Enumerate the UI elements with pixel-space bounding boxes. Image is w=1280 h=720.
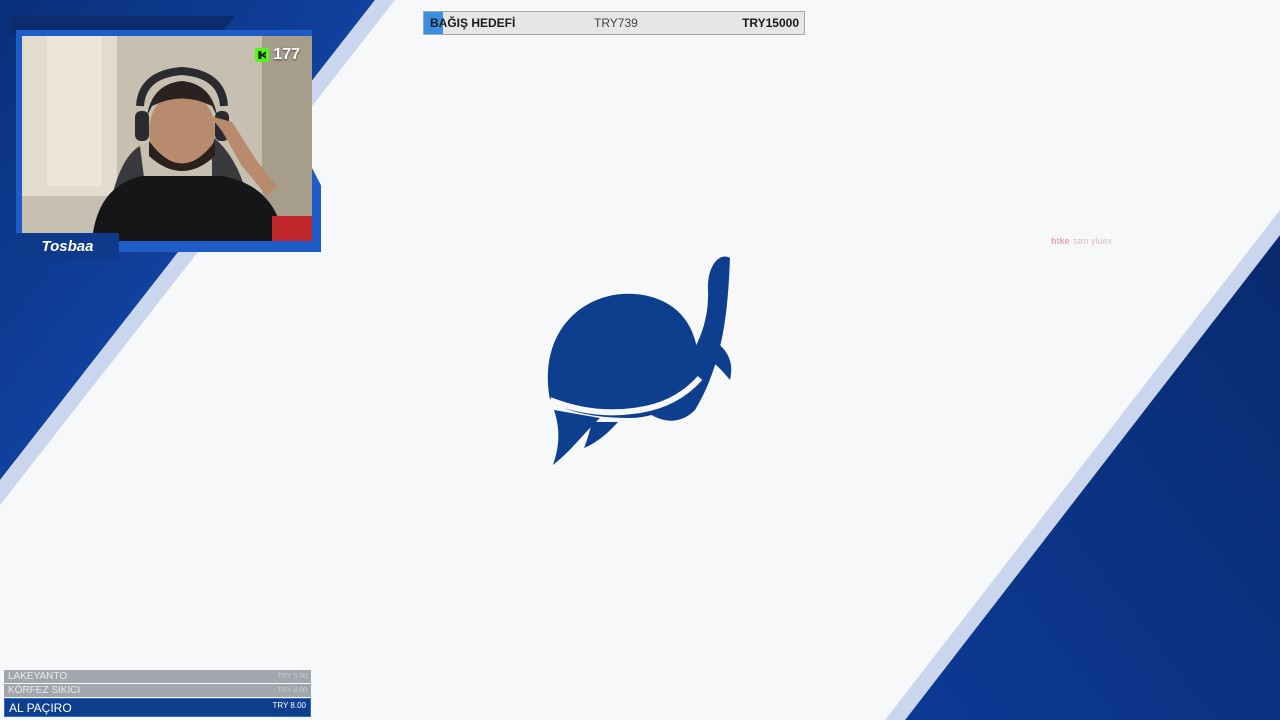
donation-goal-current: TRY739 — [594, 16, 638, 30]
alert-message: htke tam yluex — [1051, 236, 1112, 246]
donation-name: AL PAÇIRO — [9, 700, 72, 715]
donation-row: KÖRFEZ SIKICI TRY 8.00 — [4, 684, 311, 697]
alert-user: htke — [1051, 236, 1070, 246]
donation-amount: TRY 5.00 — [277, 673, 307, 680]
streamer-name: Tosbaa — [41, 237, 94, 255]
webcam-video: 177 — [22, 36, 312, 241]
streamer-name-plate: Tosbaa — [16, 233, 119, 259]
donation-row: LAKEYANTO TRY 5.00 — [4, 670, 311, 683]
donation-name: KÖRFEZ SIKICI — [8, 685, 81, 696]
donation-goal-target: TRY15000 — [742, 16, 799, 30]
kick-logo-icon — [255, 48, 270, 62]
alert-message-text: tam yluex — [1073, 236, 1113, 246]
viewer-count-number: 177 — [273, 46, 300, 63]
recent-donations-list: LAKEYANTO TRY 5.00 KÖRFEZ SIKICI TRY 8.0… — [4, 670, 311, 718]
donation-goal-bar: BAĞIŞ HEDEFİ TRY739 TRY15000 — [423, 11, 805, 35]
donation-name: LAKEYANTO — [8, 671, 68, 682]
donation-goal-title: BAĞIŞ HEDEFİ — [430, 16, 516, 30]
turtle-logo-icon — [547, 256, 732, 465]
viewer-count: 177 — [255, 46, 300, 64]
donation-row-top: AL PAÇIRO TRY 8.00 — [4, 698, 311, 717]
streamer-video-image — [22, 36, 312, 241]
donation-amount: TRY 8.00 — [272, 701, 306, 710]
donation-amount: TRY 8.00 — [277, 687, 307, 694]
